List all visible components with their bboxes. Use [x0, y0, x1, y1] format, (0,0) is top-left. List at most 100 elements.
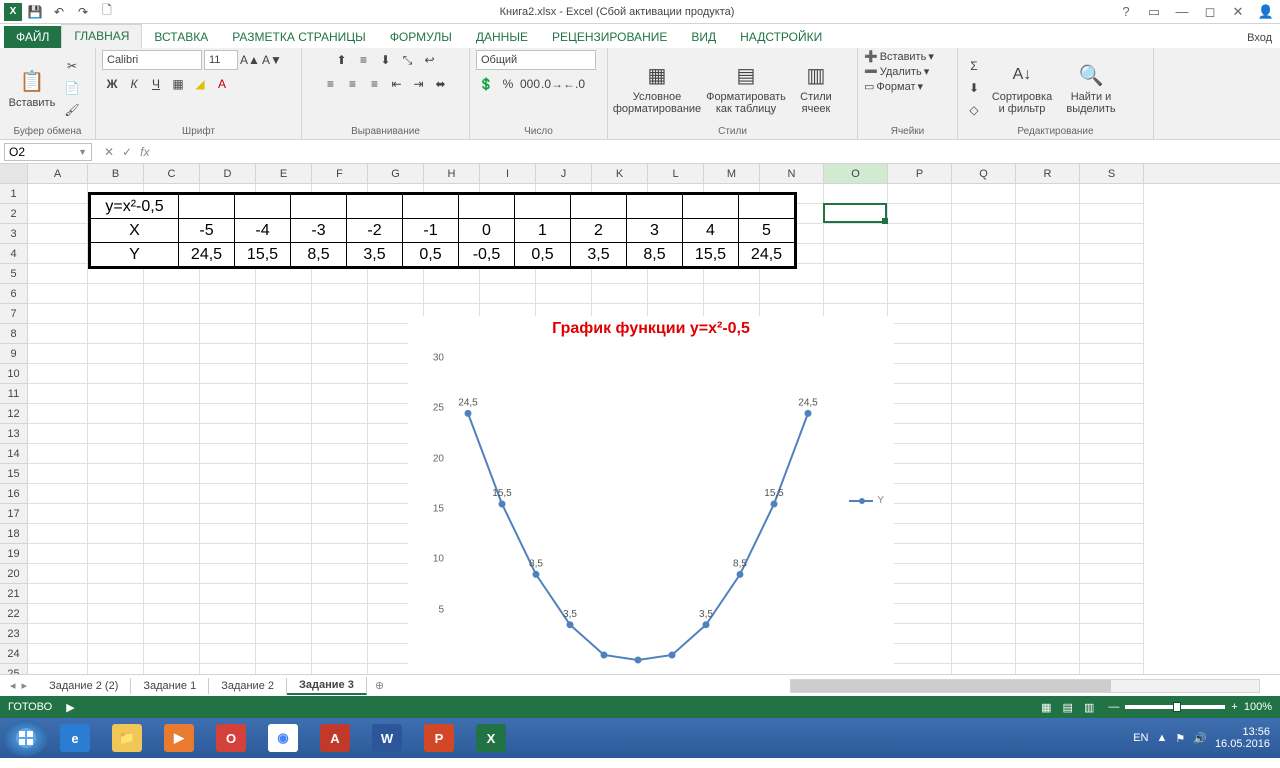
italic-button[interactable]: К: [124, 74, 144, 94]
start-button[interactable]: [4, 720, 48, 756]
row-header-12[interactable]: 12: [0, 404, 28, 424]
col-header-N[interactable]: N: [760, 164, 824, 183]
paste-button[interactable]: 📋 Вставить: [6, 55, 58, 121]
percent-icon[interactable]: %: [498, 74, 518, 94]
tray-sound-icon[interactable]: 🔊: [1193, 732, 1207, 745]
taskbar-word[interactable]: W: [362, 722, 412, 754]
ribbon-options-icon[interactable]: ▭: [1140, 4, 1168, 20]
sheet-tab-4[interactable]: Задание 3: [287, 677, 367, 695]
delete-cells-button[interactable]: ➖Удалить▾: [864, 65, 929, 78]
number-format[interactable]: Общий: [476, 50, 596, 70]
col-header-Q[interactable]: Q: [952, 164, 1016, 183]
row-header-6[interactable]: 6: [0, 284, 28, 304]
align-bot-icon[interactable]: ⬇: [376, 50, 396, 70]
zoom-level[interactable]: 100%: [1244, 701, 1272, 713]
col-header-I[interactable]: I: [480, 164, 536, 183]
shrink-font-icon[interactable]: A▼: [262, 50, 282, 70]
macro-icon[interactable]: ▶: [66, 701, 74, 714]
merge-icon[interactable]: ⬌: [431, 74, 451, 94]
col-header-K[interactable]: K: [592, 164, 648, 183]
tab-review[interactable]: РЕЦЕНЗИРОВАНИЕ: [540, 26, 679, 48]
lang-indicator[interactable]: EN: [1133, 732, 1148, 744]
row-header-18[interactable]: 18: [0, 524, 28, 544]
row-header-4[interactable]: 4: [0, 244, 28, 264]
zoom-slider[interactable]: [1125, 705, 1225, 709]
tab-addins[interactable]: НАДСТРОЙКИ: [728, 26, 834, 48]
grow-font-icon[interactable]: A▲: [240, 50, 260, 70]
save-icon[interactable]: 💾: [24, 2, 46, 22]
tab-insert[interactable]: ВСТАВКА: [142, 26, 220, 48]
orientation-icon[interactable]: ⤡: [398, 50, 418, 70]
format-painter-icon[interactable]: 🖌: [62, 100, 82, 120]
undo-icon[interactable]: ↶: [48, 2, 70, 22]
tray-flag-icon[interactable]: ▲: [1156, 732, 1167, 744]
sort-filter-button[interactable]: A↓ Сортировка и фильтр: [988, 55, 1056, 121]
col-header-P[interactable]: P: [888, 164, 952, 183]
row-header-15[interactable]: 15: [0, 464, 28, 484]
format-table-button[interactable]: ▤ Форматировать как таблицу: [704, 55, 788, 121]
col-header-J[interactable]: J: [536, 164, 592, 183]
row-header-13[interactable]: 13: [0, 424, 28, 444]
fx-icon[interactable]: fx: [140, 145, 149, 159]
tab-home[interactable]: ГЛАВНАЯ: [61, 24, 142, 48]
row-header-19[interactable]: 19: [0, 544, 28, 564]
chart[interactable]: График функции y=x²-0,5 51015202530 24,5…: [408, 316, 894, 674]
sheet-tab-3[interactable]: Задание 2: [209, 678, 287, 694]
row-header-7[interactable]: 7: [0, 304, 28, 324]
row-header-25[interactable]: 25: [0, 664, 28, 674]
col-header-M[interactable]: M: [704, 164, 760, 183]
currency-icon[interactable]: 💲: [476, 74, 496, 94]
fill-icon[interactable]: ⬇: [964, 78, 984, 98]
row-header-24[interactable]: 24: [0, 644, 28, 664]
row-header-2[interactable]: 2: [0, 204, 28, 224]
indent-dec-icon[interactable]: ⇤: [387, 74, 407, 94]
col-header-L[interactable]: L: [648, 164, 704, 183]
cell-styles-button[interactable]: ▥ Стили ячеек: [792, 55, 840, 121]
clear-icon[interactable]: ◇: [964, 100, 984, 120]
minimize-icon[interactable]: —: [1168, 4, 1196, 20]
underline-button[interactable]: Ч: [146, 74, 166, 94]
taskbar-ie[interactable]: e: [50, 722, 100, 754]
col-header-G[interactable]: G: [368, 164, 424, 183]
taskbar-chrome[interactable]: ◉: [258, 722, 308, 754]
row-header-22[interactable]: 22: [0, 604, 28, 624]
row-header-10[interactable]: 10: [0, 364, 28, 384]
row-header-14[interactable]: 14: [0, 444, 28, 464]
col-header-S[interactable]: S: [1080, 164, 1144, 183]
align-mid-icon[interactable]: ≡: [354, 50, 374, 70]
tab-formulas[interactable]: ФОРМУЛЫ: [378, 26, 464, 48]
taskbar-explorer[interactable]: 📁: [102, 722, 152, 754]
account-icon[interactable]: 👤: [1252, 4, 1280, 20]
pagebreak-view-icon[interactable]: ▥: [1080, 702, 1098, 714]
sheet-nav-last-icon[interactable]: ▸: [22, 679, 28, 692]
inc-decimal-icon[interactable]: .0→: [542, 74, 562, 94]
cancel-formula-icon[interactable]: ✕: [104, 145, 114, 159]
copy-icon[interactable]: 📄: [62, 78, 82, 98]
dec-decimal-icon[interactable]: ←.0: [564, 74, 584, 94]
align-center-icon[interactable]: ≡: [343, 74, 363, 94]
col-header-E[interactable]: E: [256, 164, 312, 183]
tray-network-icon[interactable]: ⚑: [1175, 732, 1185, 745]
col-header-F[interactable]: F: [312, 164, 368, 183]
autosum-icon[interactable]: Σ: [964, 56, 984, 76]
redo-icon[interactable]: ↷: [72, 2, 94, 22]
new-icon[interactable]: 🗋: [96, 2, 118, 22]
row-header-20[interactable]: 20: [0, 564, 28, 584]
border-icon[interactable]: ▦: [168, 74, 188, 94]
taskbar-pdf[interactable]: A: [310, 722, 360, 754]
insert-cells-button[interactable]: ➕Вставить▾: [864, 50, 934, 63]
tab-view[interactable]: ВИД: [679, 26, 728, 48]
row-header-9[interactable]: 9: [0, 344, 28, 364]
page-layout-icon[interactable]: ▤: [1059, 702, 1077, 714]
row-header-1[interactable]: 1: [0, 184, 28, 204]
taskbar-powerpoint[interactable]: P: [414, 722, 464, 754]
name-box[interactable]: O2▼: [4, 143, 92, 161]
comma-icon[interactable]: 000: [520, 74, 540, 94]
indent-inc-icon[interactable]: ⇥: [409, 74, 429, 94]
enter-formula-icon[interactable]: ✓: [122, 145, 132, 159]
fill-color-icon[interactable]: ◢: [190, 74, 210, 94]
format-cells-button[interactable]: ▭Формат▾: [864, 80, 923, 93]
col-header-A[interactable]: A: [28, 164, 88, 183]
sheet-nav-first-icon[interactable]: ◂: [10, 679, 16, 692]
normal-view-icon[interactable]: ▦: [1037, 702, 1055, 714]
